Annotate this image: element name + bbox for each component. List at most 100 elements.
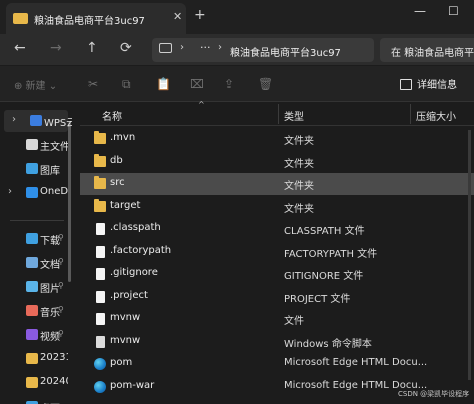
file-icon xyxy=(96,313,105,325)
file-row[interactable]: .mvn 文件夹 xyxy=(80,128,474,150)
folder-icon xyxy=(94,198,106,212)
explorer-tab[interactable]: 粮油食品电商平台3uc97 ✕ xyxy=(6,3,186,34)
sidebar-item-label: 图库 xyxy=(40,166,60,177)
forward-button[interactable]: → xyxy=(50,40,62,56)
column-name[interactable]: 名称 xyxy=(102,108,122,123)
chevron-right-icon[interactable]: › xyxy=(12,114,16,125)
file-name: .mvn xyxy=(110,132,136,143)
download-icon xyxy=(26,233,38,244)
file-name: pom xyxy=(110,357,133,368)
details-button[interactable]: 详细信息 xyxy=(400,76,457,91)
minimize-button[interactable]: — xyxy=(414,4,426,18)
file-type: FACTORYPATH 文件 xyxy=(284,248,378,260)
sidebar-item[interactable]: 音乐 ⚲ xyxy=(0,300,68,322)
sidebar-item[interactable]: 20240 xyxy=(0,372,68,394)
sidebar-item[interactable]: 桌面 xyxy=(0,396,68,404)
back-button[interactable]: ← xyxy=(14,40,26,56)
up-button[interactable]: ↑ xyxy=(86,40,98,56)
file-row[interactable]: .classpath CLASSPATH 文件 xyxy=(80,218,474,240)
file-type: GITIGNORE 文件 xyxy=(284,271,364,282)
file-list-scrollbar[interactable] xyxy=(468,130,471,380)
file-type: Microsoft Edge HTML Docu... xyxy=(284,357,428,368)
file-type: PROJECT 文件 xyxy=(284,293,351,305)
pin-icon: ⚲ xyxy=(58,329,64,338)
address-bar[interactable]: › ··· › 粮油食品电商平台3uc97 xyxy=(152,38,374,62)
delete-icon[interactable]: 🗑 xyxy=(258,77,273,91)
pin-icon: ⚲ xyxy=(58,281,64,290)
address-toolbar: ← → ↑ ⟳ › ··· › 粮油食品电商平台3uc97 在 粮油食品电商平台… xyxy=(0,34,474,66)
computer-icon xyxy=(159,43,172,53)
navigation-pane: › WPS云主文件图库 › OneD 下载⚲文档⚲图片⚲音乐⚲视频⚲ 20231 20240… xyxy=(0,102,72,404)
sidebar-item[interactable]: › OneD xyxy=(0,182,68,204)
music-icon xyxy=(26,305,38,316)
sidebar-item[interactable]: 20231 xyxy=(0,348,68,370)
sidebar-item[interactable]: 图片 ⚲ xyxy=(0,276,68,298)
file-row[interactable]: .project PROJECT 文件 xyxy=(80,286,474,308)
file-icon xyxy=(96,290,105,303)
chevron-right-icon[interactable]: › xyxy=(8,186,12,197)
paste-icon[interactable]: 📋 xyxy=(156,77,171,91)
folder-icon xyxy=(26,353,38,364)
file-row[interactable]: pom Microsoft Edge HTML Docu... xyxy=(80,353,474,375)
search-placeholder: 在 粮油食品电商平台3u xyxy=(391,48,474,59)
file-name: db xyxy=(110,154,123,166)
breadcrumb-current[interactable]: 粮油食品电商平台3uc97 xyxy=(230,44,341,59)
chevron-right-icon[interactable]: › xyxy=(218,42,222,53)
file-name: mvnw xyxy=(110,334,141,346)
sidebar-item-label: 20231 xyxy=(40,352,68,363)
new-button[interactable]: ⊕ 新建 ⌄ xyxy=(14,77,57,92)
folder-icon xyxy=(94,153,106,167)
column-type[interactable]: 类型 xyxy=(284,108,304,123)
documents-icon xyxy=(26,257,38,268)
videos-icon xyxy=(26,329,38,340)
column-divider[interactable] xyxy=(410,104,411,124)
sidebar-item[interactable]: 下载 ⚲ xyxy=(0,228,68,250)
new-tab-button[interactable]: + xyxy=(194,7,206,23)
file-list: ^ 名称 类型 压缩大小 .mvn 文件夹 db 文件夹 src 文件夹 target 文件夹… xyxy=(80,100,474,404)
column-size[interactable]: 压缩大小 xyxy=(416,108,456,123)
rename-icon[interactable]: ⌧ xyxy=(190,77,204,91)
file-row[interactable]: mvnw Windows 命令脚本 xyxy=(80,331,474,353)
file-row[interactable]: target 文件夹 xyxy=(80,196,474,218)
file-name: .classpath xyxy=(110,222,161,233)
title-bar: 粮油食品电商平台3uc97 ✕ + — ☐ xyxy=(0,0,474,34)
file-type: CLASSPATH 文件 xyxy=(284,226,365,237)
sort-caret-icon: ^ xyxy=(198,100,205,109)
tab-title: 粮油食品电商平台3uc97 xyxy=(34,16,145,27)
search-box[interactable]: 在 粮油食品电商平台3u xyxy=(380,38,474,62)
details-pane-icon xyxy=(400,79,412,90)
file-row[interactable]: .factorypath FACTORYPATH 文件 xyxy=(80,241,474,263)
share-icon[interactable]: ⇪ xyxy=(224,77,234,91)
file-icon xyxy=(96,223,105,235)
sidebar-item-label: 桌面 xyxy=(40,400,68,404)
edge-icon xyxy=(94,380,106,393)
sidebar-item[interactable]: 主文件 xyxy=(0,134,68,156)
file-row[interactable]: .gitignore GITIGNORE 文件 xyxy=(80,263,474,285)
column-divider[interactable] xyxy=(278,104,279,124)
sidebar-scrollbar[interactable] xyxy=(68,122,71,282)
sidebar-item-label: OneD xyxy=(40,186,68,197)
maximize-button[interactable]: ☐ xyxy=(448,4,459,18)
file-row[interactable]: mvnw 文件 xyxy=(80,308,474,330)
pin-icon: ⚲ xyxy=(58,305,64,314)
sidebar-item-label: 主文件 xyxy=(40,142,68,153)
file-row[interactable]: src 文件夹 xyxy=(80,173,474,195)
sidebar-item[interactable]: › WPS云 xyxy=(4,110,72,132)
file-row[interactable]: db 文件夹 xyxy=(80,151,474,173)
file-type: 文件夹 xyxy=(284,136,314,147)
sidebar-item[interactable]: 文档 ⚲ xyxy=(0,252,68,274)
sidebar-item[interactable]: 视频 ⚲ xyxy=(0,324,68,346)
file-name: src xyxy=(110,177,125,188)
file-type: 文件 xyxy=(284,316,304,327)
pin-icon: ⚲ xyxy=(58,257,64,266)
copy-icon[interactable]: ⧉ xyxy=(122,77,131,92)
file-name: target xyxy=(110,199,141,211)
breadcrumb-overflow-button[interactable]: ··· xyxy=(200,41,211,54)
file-icon xyxy=(96,245,105,258)
cut-icon[interactable]: ✂ xyxy=(88,77,98,91)
sidebar-item[interactable]: 图库 xyxy=(0,158,68,180)
file-type: 文件夹 xyxy=(284,203,314,215)
tab-close-button[interactable]: ✕ xyxy=(173,10,182,23)
refresh-button[interactable]: ⟳ xyxy=(120,40,132,56)
chevron-right-icon[interactable]: › xyxy=(180,42,184,53)
